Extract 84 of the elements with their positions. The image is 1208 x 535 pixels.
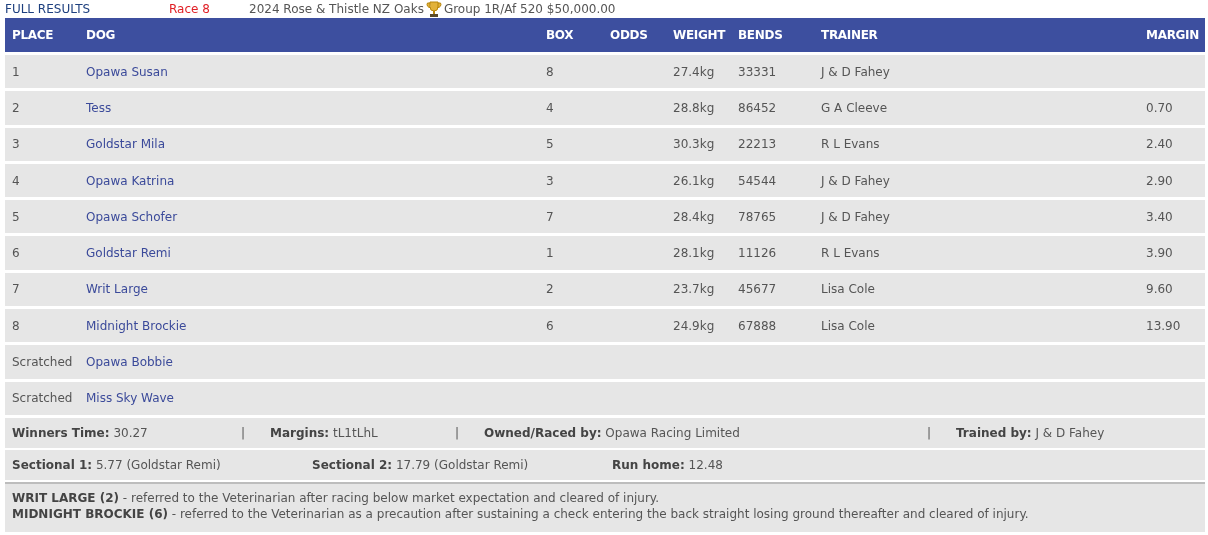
margin-cell-text: 2.40 — [1146, 137, 1174, 152]
dog-link[interactable]: Opawa Bobbie — [86, 355, 546, 369]
column-header: BOX — [546, 28, 575, 42]
race-grade: Group 1R/Af 520 $50,000.00 — [443, 2, 616, 16]
sectional-time: Sectional 1: 5.77 (Goldstar Remi) — [12, 457, 222, 472]
dog-link[interactable]: Goldstar Mila — [86, 137, 546, 152]
separator: | — [455, 425, 461, 440]
column-header: BENDS — [738, 28, 784, 42]
trainer-cell-text: Lisa Cole — [821, 282, 876, 297]
bends-cell-text: 78765 — [738, 209, 778, 224]
trainer-cell-text: R L Evans — [821, 246, 881, 261]
dog-link[interactable]: Writ Large — [86, 282, 546, 297]
bends-cell-text: 86452 — [738, 100, 778, 115]
trainer-cell-text: G A Cleeve — [821, 100, 889, 115]
summary-field: Margins: tL1tLhL — [270, 425, 455, 440]
column-header: MARGIN — [1146, 28, 1201, 42]
margin-cell-text: 13.90 — [1146, 318, 1182, 333]
separator: | — [241, 425, 247, 440]
weight-cell-text: 27.4kg — [673, 64, 716, 79]
weight-cell-text: 24.9kg — [673, 318, 716, 333]
trainer-cell-text: J & D Fahey — [821, 64, 891, 79]
weight-cell-text: 30.3kg — [673, 137, 716, 152]
trainer-cell-text: Lisa Cole — [821, 318, 876, 333]
box-cell-text: 8 — [546, 64, 555, 79]
place-cell-text: 4 — [12, 173, 21, 188]
steward-note: WRIT LARGE (2) - referred to the Veterinarian after racing below market expectation and cleared of injury. — [12, 489, 661, 506]
box-cell-text: 1 — [546, 246, 555, 261]
margin-cell-text: 2.90 — [1146, 173, 1174, 188]
weight-cell-text: 23.7kg — [673, 282, 716, 297]
place-cell-text: 2 — [12, 100, 21, 115]
dog-link[interactable]: Opawa Susan — [86, 64, 546, 79]
column-header: WEIGHT — [673, 28, 727, 42]
race-number: Race 8 — [169, 2, 211, 16]
dog-link[interactable]: Opawa Katrina — [86, 173, 546, 188]
dog-link[interactable]: Tess — [86, 100, 546, 115]
box-cell-text: 6 — [546, 318, 555, 333]
place-cell-text: Scratched — [12, 355, 74, 369]
bends-cell-text: 67888 — [738, 318, 778, 333]
place-cell-text: 6 — [12, 246, 21, 261]
box-cell-text: 2 — [546, 282, 555, 297]
weight-cell-text: 28.8kg — [673, 100, 716, 115]
weight-cell-text: 28.1kg — [673, 246, 716, 261]
column-header: ODDS — [610, 28, 649, 42]
margin-cell-text: 9.60 — [1146, 282, 1174, 297]
bends-cell-text: 33331 — [738, 64, 778, 79]
event-name: 2024 Rose & Thistle NZ Oaks — [249, 2, 424, 16]
trophy-icon — [425, 0, 442, 18]
dog-link[interactable]: Midnight Brockie — [86, 318, 546, 333]
box-cell-text: 7 — [546, 209, 555, 224]
box-cell-text: 3 — [546, 173, 555, 188]
box-cell-text: 4 — [546, 100, 555, 115]
summary-field: Winners Time: 30.27 — [12, 425, 241, 440]
place-cell-text: Scratched — [12, 391, 74, 406]
section-title: FULL RESULTS — [5, 2, 92, 16]
margin-cell-text: 3.40 — [1146, 209, 1174, 224]
place-cell-text: 5 — [12, 209, 21, 224]
place-cell-text: 1 — [12, 64, 21, 79]
sectional-time: Sectional 2: 17.79 (Goldstar Remi) — [312, 457, 530, 472]
separator: | — [927, 425, 933, 440]
column-header: TRAINER — [821, 28, 879, 42]
dog-link[interactable]: Goldstar Remi — [86, 246, 546, 261]
summary-field: Trained by: J & D Fahey — [956, 425, 1205, 440]
margin-cell-text: 0.70 — [1146, 100, 1174, 115]
weight-cell-text: 26.1kg — [673, 173, 716, 188]
bends-cell-text: 45677 — [738, 282, 778, 297]
trainer-cell-text: J & D Fahey — [821, 173, 891, 188]
box-cell-text: 5 — [546, 137, 555, 152]
column-header: DOG — [86, 28, 117, 42]
steward-note: MIDNIGHT BROCKIE (6) - referred to the Veterinarian as a precaution after sustaining a check entering the back straight losing ground thereafter and cleared of injury. — [12, 505, 1030, 522]
sectional-time: Run home: 12.48 — [612, 457, 724, 472]
margin-cell-text: 3.90 — [1146, 246, 1174, 261]
dog-link[interactable]: Opawa Schofer — [86, 209, 546, 224]
place-cell-text: 3 — [12, 137, 21, 152]
dog-link[interactable]: Miss Sky Wave — [86, 391, 546, 406]
place-cell-text: 7 — [12, 282, 21, 297]
weight-cell-text: 28.4kg — [673, 209, 716, 224]
trainer-cell-text: J & D Fahey — [821, 209, 891, 224]
place-cell-text: 8 — [12, 318, 21, 333]
bends-cell-text: 11126 — [738, 246, 778, 261]
bends-cell-text: 22213 — [738, 137, 778, 152]
trainer-cell-text: R L Evans — [821, 137, 881, 152]
summary-field: Owned/Raced by: Opawa Racing Limited — [484, 425, 927, 440]
bends-cell-text: 54544 — [738, 173, 778, 188]
column-header: PLACE — [12, 28, 55, 42]
